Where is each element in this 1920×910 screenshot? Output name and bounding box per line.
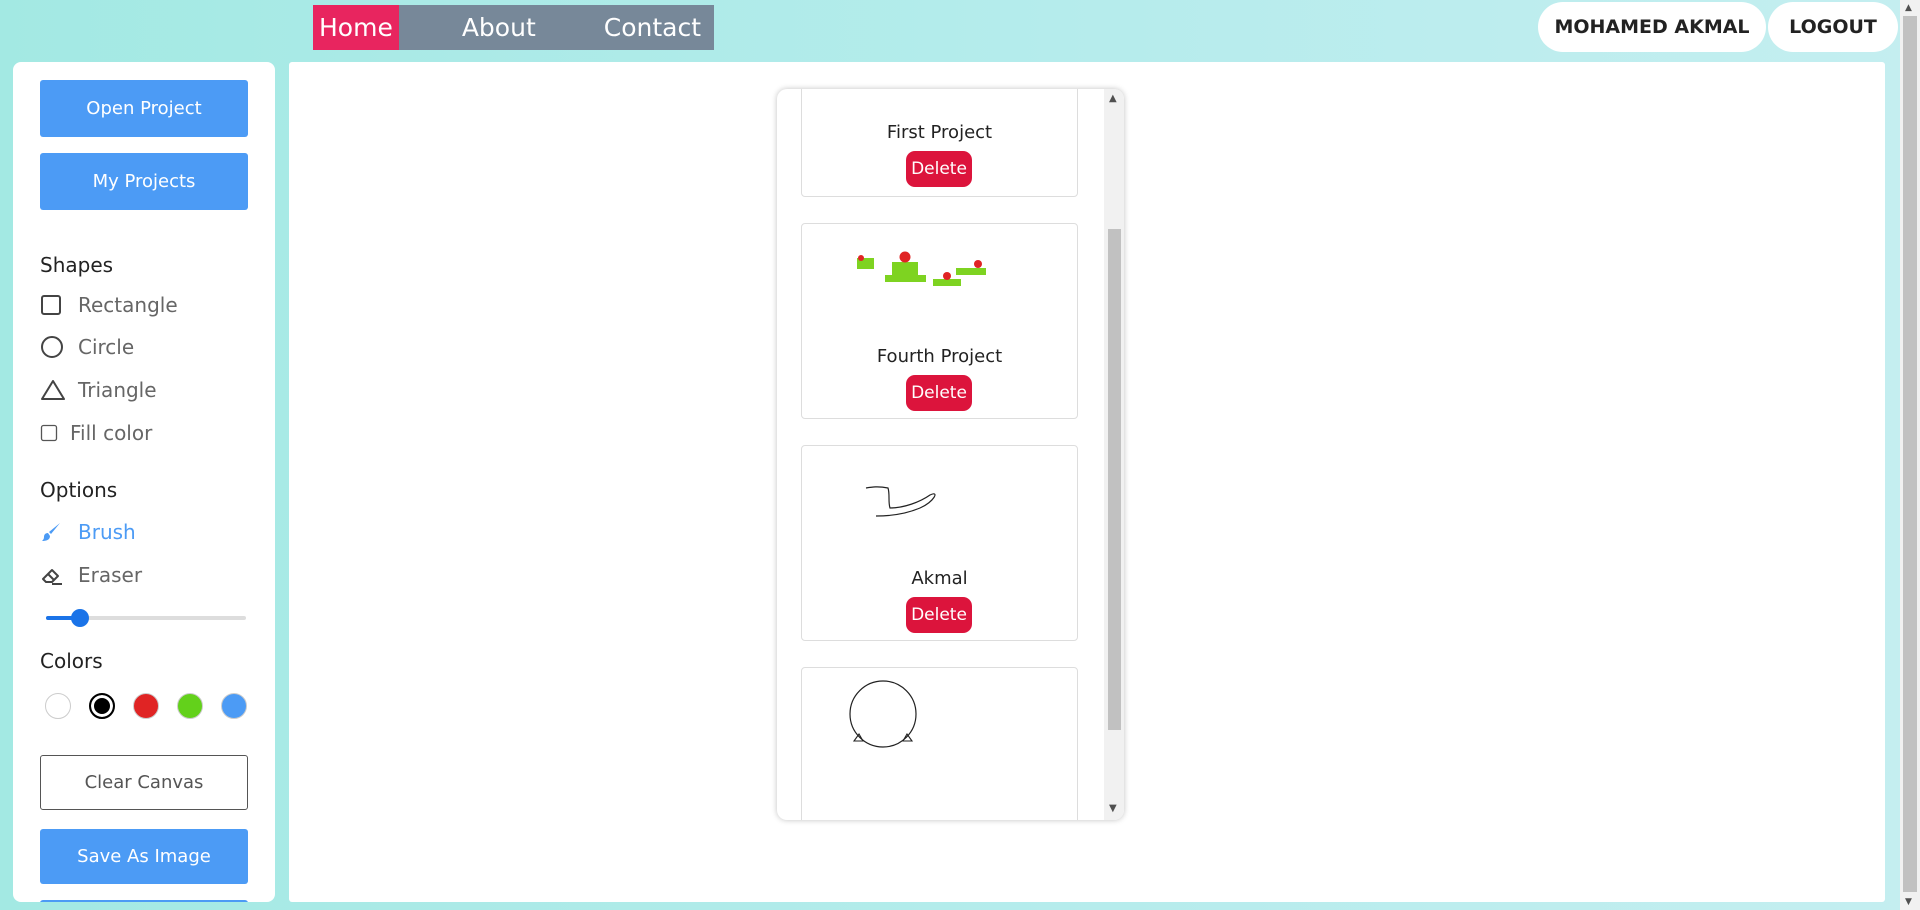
- square-outline-icon: [40, 294, 66, 316]
- page-scroll-down-icon[interactable]: ▼: [1905, 897, 1912, 907]
- slider-knob[interactable]: [71, 609, 89, 627]
- options-heading: Options: [40, 478, 118, 502]
- page-scroll-up-icon[interactable]: ▲: [1905, 3, 1912, 13]
- my-projects-button[interactable]: My Projects: [40, 153, 248, 210]
- fill-color-label: Fill color: [70, 421, 153, 445]
- project-thumbnail: [865, 486, 936, 517]
- project-name: First Project: [886, 122, 993, 143]
- triangle-tool[interactable]: Triangle: [40, 378, 157, 402]
- nav-home-link[interactable]: Home: [313, 5, 399, 50]
- triangle-outline-icon: [40, 378, 66, 402]
- triangle-tool-label: Triangle: [78, 378, 157, 402]
- color-swatch[interactable]: [221, 693, 247, 719]
- page-scrollbar-thumb[interactable]: [1903, 16, 1917, 892]
- eraser-icon: [40, 564, 66, 586]
- rectangle-tool-label: Rectangle: [78, 293, 178, 317]
- scrollbar-thumb[interactable]: [1108, 229, 1121, 730]
- top-nav: Home About Contact: [313, 5, 714, 50]
- brush-tool-label: Brush: [78, 520, 136, 544]
- project-thumbnail: [849, 680, 917, 748]
- project-card[interactable]: First Project Delete: [801, 89, 1078, 197]
- color-swatch[interactable]: [133, 693, 159, 719]
- delete-project-button[interactable]: Delete: [906, 375, 972, 411]
- color-swatch[interactable]: [177, 693, 203, 719]
- brush-size-slider[interactable]: [46, 609, 246, 627]
- project-card[interactable]: Akmal Delete: [801, 445, 1078, 641]
- nav-contact-link[interactable]: Contact: [604, 5, 701, 50]
- color-swatches: [45, 693, 265, 719]
- partial-sidebar-button[interactable]: [40, 900, 248, 902]
- projects-scrollbar[interactable]: ▲ ▼: [1104, 89, 1124, 820]
- clear-canvas-button[interactable]: Clear Canvas: [40, 755, 248, 810]
- eraser-tool-label: Eraser: [78, 563, 143, 587]
- circle-outline-icon: [40, 335, 66, 359]
- circle-tool-label: Circle: [78, 335, 135, 359]
- brush-tool[interactable]: Brush: [40, 520, 136, 544]
- fill-color-checkbox-row[interactable]: Fill color: [40, 421, 152, 445]
- shapes-heading: Shapes: [40, 253, 114, 277]
- user-name-button[interactable]: MOHAMED AKMAL: [1538, 2, 1766, 52]
- logout-button[interactable]: LOGOUT: [1768, 2, 1898, 52]
- scroll-down-arrow-icon[interactable]: ▼: [1109, 803, 1117, 814]
- delete-project-button[interactable]: Delete: [906, 597, 972, 633]
- project-name: Akmal: [911, 568, 968, 589]
- scroll-up-arrow-icon[interactable]: ▲: [1109, 93, 1117, 104]
- open-project-button[interactable]: Open Project: [40, 80, 248, 137]
- project-thumbnail: [857, 251, 986, 286]
- tool-sidebar: Open Project My Projects Shapes Rectangl…: [13, 62, 275, 902]
- rectangle-tool[interactable]: Rectangle: [40, 293, 178, 317]
- project-card[interactable]: [801, 667, 1078, 820]
- color-swatch[interactable]: [45, 693, 71, 719]
- project-name: Fourth Project: [876, 346, 1003, 367]
- save-as-image-button[interactable]: Save As Image: [40, 829, 248, 884]
- colors-heading: Colors: [40, 649, 103, 673]
- delete-project-button[interactable]: Delete: [906, 151, 972, 187]
- projects-list-panel[interactable]: First Project Delete Fourth Project Dele…: [777, 89, 1124, 820]
- brush-icon: [40, 521, 66, 543]
- color-swatch[interactable]: [89, 693, 115, 719]
- project-card[interactable]: Fourth Project Delete: [801, 223, 1078, 419]
- eraser-tool[interactable]: Eraser: [40, 563, 142, 587]
- page-scrollbar[interactable]: ▲ ▼: [1900, 0, 1920, 910]
- fill-color-checkbox[interactable]: [40, 424, 62, 442]
- circle-tool[interactable]: Circle: [40, 335, 134, 359]
- nav-about-link[interactable]: About: [462, 5, 536, 50]
